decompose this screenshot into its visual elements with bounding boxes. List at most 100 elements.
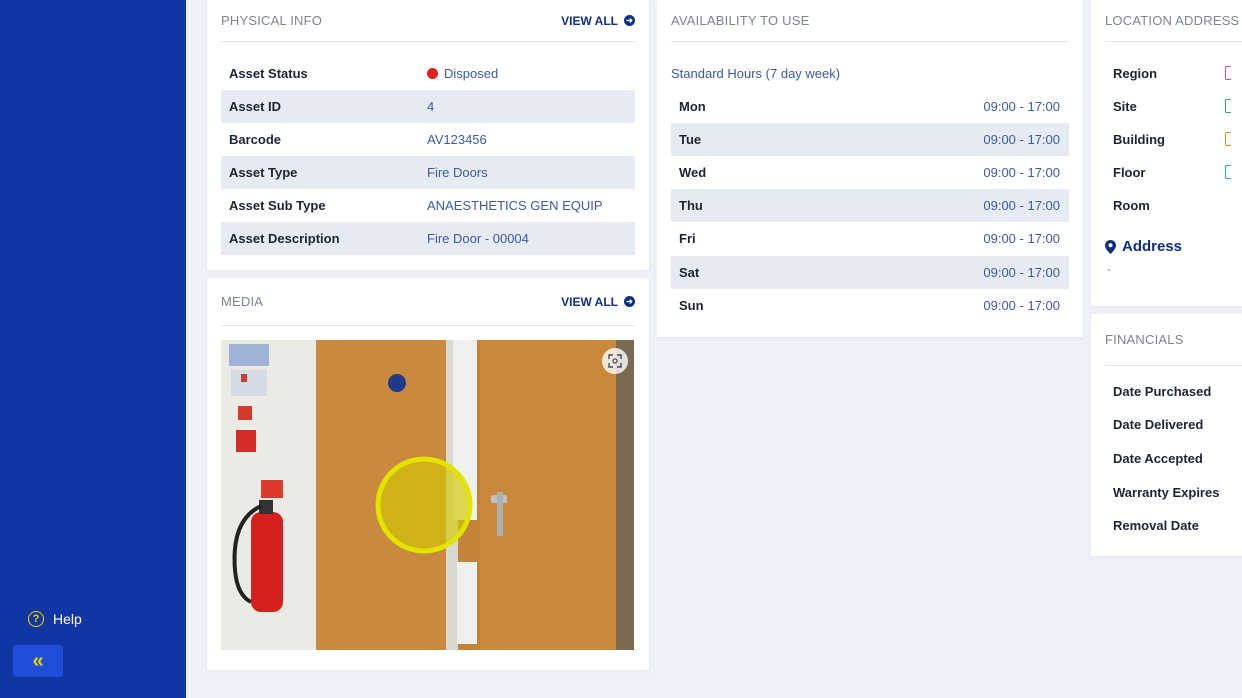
list-item: Tue 09:00 - 17:00 — [671, 123, 1069, 156]
site-tag — [1225, 99, 1231, 113]
arrow-right-circle-icon: ➜ — [624, 15, 635, 26]
media-card: MEDIA VIEW ALL ➜ — [207, 278, 649, 670]
physical-info-view-all-link[interactable]: VIEW ALL ➜ — [561, 14, 635, 28]
day-label: Tue — [679, 132, 702, 147]
location-address-card: LOCATION ADDRESS Region Site Building Fl… — [1091, 0, 1242, 306]
row-label: Asset ID — [229, 99, 282, 114]
address-value: - — [1107, 262, 1111, 276]
double-chevron-left-icon: « — [32, 649, 44, 672]
status-value: Disposed — [444, 66, 499, 81]
physical-info-title: PHYSICAL INFO — [221, 13, 323, 28]
collapse-sidebar-button[interactable]: « — [13, 645, 63, 677]
row-label: Asset Status — [229, 66, 308, 81]
day-label: Sun — [679, 298, 704, 313]
financials-card: FINANCIALS Date Purchased Date Delivered… — [1091, 314, 1242, 556]
financials-header: FINANCIALS — [1105, 314, 1242, 366]
expand-icon — [608, 354, 622, 368]
row-label: Room — [1113, 198, 1150, 213]
table-row: Asset Description Fire Door - 00004 — [221, 222, 635, 255]
view-all-label: VIEW ALL — [561, 294, 618, 309]
row-label: Date Delivered — [1113, 417, 1204, 432]
media-header: MEDIA VIEW ALL ➜ — [221, 278, 635, 326]
list-item: Fri 09:00 - 17:00 — [671, 222, 1069, 255]
status-dot-icon — [427, 68, 438, 79]
row-label: Warranty Expires — [1113, 485, 1220, 500]
hours-value: 09:00 - 17:00 — [983, 231, 1060, 246]
availability-card: AVAILABILITY TO USE Standard Hours (7 da… — [657, 0, 1083, 337]
media-view-all-link[interactable]: VIEW ALL ➜ — [561, 295, 635, 309]
day-label: Fri — [679, 231, 696, 246]
hours-value: 09:00 - 17:00 — [983, 298, 1060, 313]
address-label: Address — [1122, 238, 1183, 255]
asset-photo[interactable] — [221, 340, 634, 650]
list-item: Site — [1105, 90, 1242, 123]
row-value: Fire Doors — [427, 165, 488, 180]
media-title: MEDIA — [221, 294, 264, 309]
row-label: Removal Date — [1113, 518, 1199, 533]
schedule-label: Standard Hours (7 day week) — [671, 66, 841, 81]
row-label: Date Accepted — [1113, 451, 1203, 466]
row-label: Building — [1113, 132, 1165, 147]
row-label: Region — [1113, 66, 1158, 81]
day-label: Wed — [679, 165, 707, 180]
table-row: Asset Status Disposed — [221, 57, 635, 90]
list-item: Date Purchased — [1105, 375, 1242, 408]
sidebar: ? Help « — [0, 0, 186, 698]
row-label: Asset Type — [229, 165, 298, 180]
question-circle-icon: ? — [28, 611, 44, 627]
address-heading: Address — [1105, 238, 1182, 255]
list-item: Sat 09:00 - 17:00 — [671, 256, 1069, 289]
hours-value: 09:00 - 17:00 — [983, 99, 1060, 114]
availability-header: AVAILABILITY TO USE — [671, 0, 1069, 42]
help-label: Help — [53, 611, 82, 627]
row-label: Site — [1113, 99, 1137, 114]
day-label: Sat — [679, 265, 700, 280]
table-row: Barcode AV123456 — [221, 123, 635, 156]
floor-tag — [1225, 165, 1231, 179]
day-label: Thu — [679, 198, 703, 213]
list-item: Room — [1105, 189, 1242, 222]
view-all-label: VIEW ALL — [561, 13, 618, 28]
physical-info-header: PHYSICAL INFO VIEW ALL ➜ — [221, 0, 635, 42]
list-item: Date Delivered — [1105, 408, 1242, 441]
row-label: Asset Description — [229, 231, 340, 246]
list-item: Thu 09:00 - 17:00 — [671, 189, 1069, 222]
fullscreen-button[interactable] — [602, 348, 628, 374]
list-item: Sun 09:00 - 17:00 — [671, 289, 1069, 322]
region-tag — [1225, 66, 1231, 80]
row-label: Asset Sub Type — [229, 198, 326, 213]
list-item: Removal Date — [1105, 509, 1242, 542]
row-value: AV123456 — [427, 132, 487, 147]
hours-value: 09:00 - 17:00 — [983, 265, 1060, 280]
list-item: Floor — [1105, 156, 1242, 189]
map-pin-icon — [1105, 239, 1116, 254]
day-label: Mon — [679, 99, 706, 114]
row-value: Disposed — [427, 66, 498, 81]
table-row: Asset Type Fire Doors — [221, 156, 635, 189]
list-item: Region — [1105, 57, 1242, 90]
row-label: Barcode — [229, 132, 282, 147]
hours-value: 09:00 - 17:00 — [983, 198, 1060, 213]
list-item: Warranty Expires — [1105, 476, 1242, 509]
table-row: Asset ID 4 — [221, 90, 635, 123]
row-label: Date Purchased — [1113, 384, 1212, 399]
row-value: 4 — [427, 99, 435, 114]
location-header: LOCATION ADDRESS — [1105, 0, 1242, 42]
help-link[interactable]: ? Help — [28, 611, 82, 627]
list-item: Building — [1105, 123, 1242, 156]
row-value: Fire Door - 00004 — [427, 231, 529, 246]
list-item: Wed 09:00 - 17:00 — [671, 156, 1069, 189]
hours-value: 09:00 - 17:00 — [983, 165, 1060, 180]
fire-door-image — [221, 340, 634, 650]
row-value: ANAESTHETICS GEN EQUIP — [427, 198, 603, 213]
arrow-right-circle-icon: ➜ — [624, 296, 635, 307]
physical-info-card: PHYSICAL INFO VIEW ALL ➜ Asset Status Di… — [207, 0, 649, 270]
hours-value: 09:00 - 17:00 — [983, 132, 1060, 147]
list-item: Mon 09:00 - 17:00 — [671, 90, 1069, 123]
financials-title: FINANCIALS — [1105, 332, 1184, 347]
building-tag — [1225, 132, 1231, 146]
row-label: Floor — [1113, 165, 1146, 180]
location-title: LOCATION ADDRESS — [1105, 13, 1240, 28]
availability-title: AVAILABILITY TO USE — [671, 13, 810, 28]
list-item: Date Accepted — [1105, 442, 1242, 475]
